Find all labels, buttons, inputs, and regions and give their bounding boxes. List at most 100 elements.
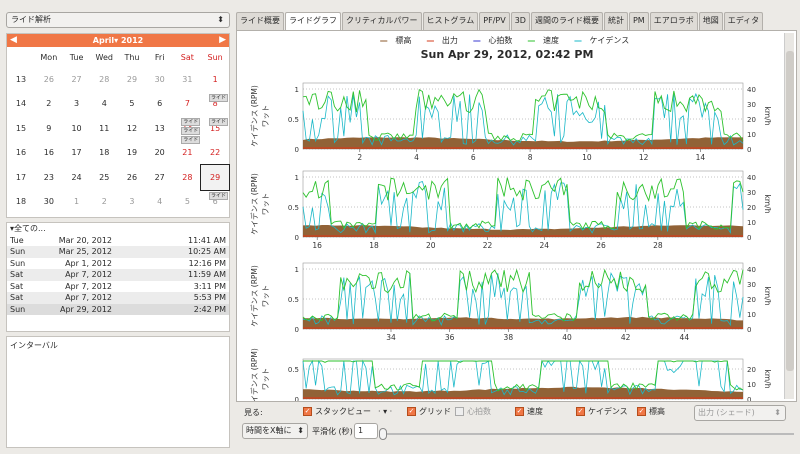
slider-handle[interactable] [379,428,387,440]
calendar-day[interactable]: 1 [201,67,229,92]
ride-list-row[interactable]: Sat Apr 7, 2012 3:11 PM [7,281,229,293]
ride-tag[interactable]: ライド [208,118,228,126]
calendar-day[interactable]: 4 [90,92,118,117]
calendar-day[interactable]: 10 [63,116,91,141]
y-axis-label: ケイデンス (RPM) [249,348,259,401]
y-tick-label: 0 [295,146,299,154]
chart-legend: — 標高 — 出力 — 心拍数 — 速度 — ケイデンス [237,35,777,46]
stack-view-checkbox[interactable]: ✓ スタックビュー · ▾ · [303,406,392,417]
ride-tag[interactable]: ライド [208,93,228,102]
y-tick-label: 0.5 [288,366,299,374]
hr-checkbox[interactable]: ✓心拍数 [455,406,491,417]
vertical-scrollbar[interactable] [784,33,794,399]
calendar-day[interactable]: 25 [90,165,118,190]
calendar-day[interactable]: 3 [63,92,91,117]
check-icon: ✓ [515,407,524,416]
grid-checkbox[interactable]: ✓ グリッド [407,406,451,417]
tab-item[interactable]: ヒストグラム [422,12,479,30]
ride-list-row[interactable]: Sun Apr 29, 2012 2:42 PM [7,303,229,315]
calendar-day[interactable]: 31 [174,67,202,92]
calendar-day[interactable]: 22 [201,141,229,166]
y2-tick-label: 40 [747,174,756,182]
next-month-button[interactable]: ▶ [219,34,226,47]
y-axis-label: ケイデンス (RPM) [249,265,259,327]
calendar-day[interactable]: 29 [200,164,230,191]
calendar-day[interactable]: 19 [118,141,146,166]
scrollbar-thumb[interactable] [786,51,794,371]
altitude-checkbox[interactable]: ✓ 標高 [637,406,665,417]
tab-item[interactable]: エアロラボ [649,12,698,30]
calendar-day[interactable]: 26 [35,67,63,92]
tab-item[interactable]: エディタ [723,12,764,30]
xaxis-select[interactable]: 時間をX軸に ⬍ [242,423,308,439]
smoothing-slider[interactable] [382,433,794,435]
calendar-day[interactable]: 18 [90,141,118,166]
calendar-day[interactable]: 7 [174,92,202,117]
ride-list-row[interactable]: Sun Apr 1, 2012 12:16 PM [7,258,229,270]
calendar-day[interactable]: 26 [118,165,146,190]
calendar-day[interactable]: 24 [63,165,91,190]
analysis-dropdown[interactable]: ライド解析 ⬍ [6,12,230,28]
calendar-day[interactable]: 20 [146,141,174,166]
calendar-month[interactable]: April [93,36,114,45]
tab-item[interactable]: PM [628,12,649,30]
calendar-day[interactable]: ライド 8 [201,92,229,117]
ride-date: Mar 25, 2012 [58,247,112,256]
calendar-day[interactable]: 28 [90,67,118,92]
calendar-day[interactable]: 2 [35,92,63,117]
ride-tag[interactable]: ライド [208,191,228,200]
calendar-day[interactable]: 27 [146,165,174,190]
tab-item[interactable]: 週間のライド概要 [530,12,603,30]
tab-item[interactable]: 3D [510,12,530,30]
calendar-day[interactable]: 27 [63,67,91,92]
calendar-day[interactable]: 28 [174,165,202,190]
calendar-year[interactable]: 2012 [121,36,143,45]
calendar-day[interactable]: 23 [35,165,63,190]
calendar-day[interactable]: ライド 15 [201,116,229,141]
day-number: 1 [212,74,218,84]
calendar-day[interactable]: 29 [118,67,146,92]
y2-tick-label: 20 [747,296,756,304]
prev-month-button[interactable]: ◀ [10,34,17,47]
tab-item[interactable]: PF/PV [479,12,510,30]
calendar-day[interactable]: 30 [146,67,174,92]
ride-graph-panel: 0 0.5 1 0 10 20 30 40 ケイデンス (RPM) ワット km/h 2 4 6 8 10 12… [236,30,797,402]
y-tick-label: 0 [295,396,299,401]
calendar-day[interactable]: 13 [146,116,174,141]
cadence-checkbox[interactable]: ✓ ケイデンス [576,406,628,417]
tab-item[interactable]: ライド概要 [236,12,284,30]
ride-time: 11:41 AM [188,235,226,245]
tab-item[interactable]: 統計 [603,12,628,30]
calendar-day[interactable]: 17 [63,141,91,166]
calendar-day[interactable]: 30 [35,190,63,215]
calendar-day[interactable]: 16 [35,141,63,166]
ride-tag[interactable]: ライド [181,127,201,135]
tab-item[interactable]: 地図 [698,12,723,30]
calendar-day[interactable]: 5 [118,92,146,117]
calendar-day[interactable]: 2 [90,190,118,215]
ride-list-row[interactable]: Tue Mar 20, 2012 11:41 AM [7,235,229,247]
ride-list-row[interactable]: Sat Apr 7, 2012 11:59 AM [7,269,229,281]
calendar-day[interactable]: 5 [174,190,202,215]
calendar-day[interactable]: 6 [146,92,174,117]
smoothing-input[interactable]: 1 [354,423,378,439]
calendar-day[interactable]: 11 [90,116,118,141]
ride-list-row[interactable]: Sun Mar 25, 2012 10:25 AM [7,246,229,258]
calendar-day[interactable]: 12 [118,116,146,141]
ride-list-header[interactable]: ▾ 全ての... [7,223,229,235]
calendar-day[interactable]: 9 [35,116,63,141]
calendar-day[interactable]: 4 [146,190,174,215]
calendar-day[interactable]: 1 [63,190,91,215]
chevron-down-icon: ▾ [114,36,121,45]
calendar-day[interactable]: ライド 6 [201,190,229,215]
calendar-day[interactable]: 3 [118,190,146,215]
tab-item[interactable]: クリティカルパワー [342,12,422,30]
calendar-day[interactable]: 21 [174,141,202,166]
power-shade-select[interactable]: 出力 (シェード) ⬍ [694,405,786,421]
tab-item[interactable]: ライドグラフ [285,12,341,31]
calendar-day[interactable]: ライドライドライド14 [174,116,202,144]
ride-list-row[interactable]: Sat Apr 7, 2012 5:53 PM [7,292,229,304]
speed-checkbox[interactable]: ✓ 速度 [515,406,543,417]
ride-tag[interactable]: ライド [181,118,201,126]
check-icon: ✓ [637,407,646,416]
